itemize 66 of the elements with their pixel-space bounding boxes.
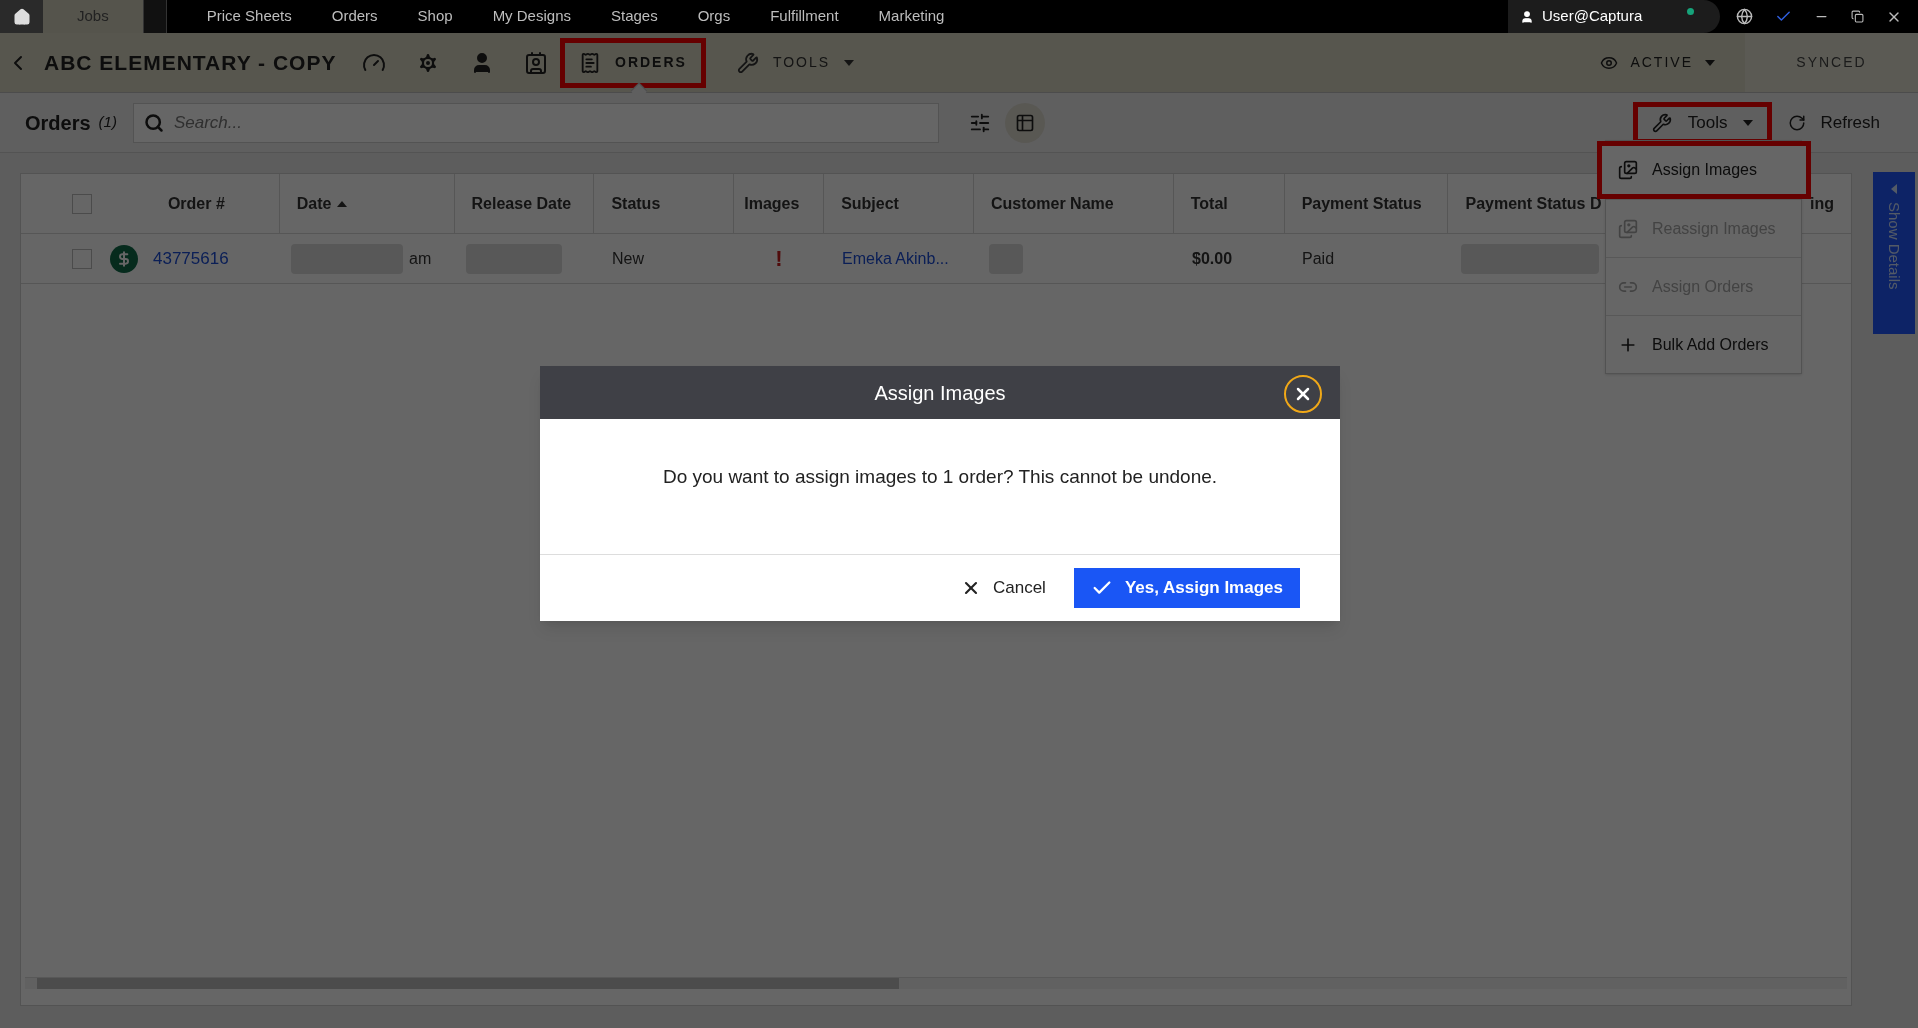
job-title: ABC ELEMENTARY - COPY [44, 49, 338, 76]
nav-tab[interactable]: Orgs [677, 0, 751, 33]
dialog-message: Do you want to assign images to 1 order? This cannot be undone. [662, 465, 1218, 489]
column-header[interactable]: Total [1172, 174, 1284, 233]
date-cell-text: am [409, 248, 432, 269]
user-badge[interactable]: User@Captura [1508, 0, 1720, 33]
caret-icon [844, 59, 855, 66]
search-icon [143, 112, 164, 133]
tools-icon [736, 51, 759, 74]
tools-icon [1651, 112, 1672, 133]
user-icon [1520, 9, 1534, 24]
refresh-button[interactable]: Refresh [1788, 109, 1880, 136]
confirm-button[interactable]: Yes, Assign Images [1073, 568, 1300, 608]
select-all-checkbox[interactable] [72, 193, 92, 214]
nav-tab[interactable]: Price Sheets [186, 0, 312, 33]
user-name: User@Captura [1542, 6, 1643, 27]
menu-item-icon [1618, 218, 1638, 239]
status-cell: New [612, 249, 644, 267]
home-button[interactable] [0, 0, 43, 33]
scrollbar-thumb[interactable] [37, 978, 899, 989]
paid-dollar-icon [110, 244, 138, 273]
nav-tab[interactable]: Marketing [858, 0, 965, 33]
dialog-title: Assign Images [874, 380, 1006, 406]
order-number-link[interactable]: 43775616 [153, 248, 229, 268]
cancel-button[interactable]: Cancel [960, 575, 1046, 601]
menu-item[interactable]: Bulk Add Orders [1606, 315, 1801, 373]
nav-tab[interactable]: My Designs [472, 0, 591, 33]
total-cell: $0.00 [1192, 249, 1233, 267]
job-tab[interactable]: TOOLS [717, 37, 874, 88]
horizontal-scrollbar[interactable] [25, 977, 1847, 989]
show-details-tab[interactable]: Show Details [1873, 172, 1915, 334]
nav-tab[interactable]: Shop [397, 0, 473, 33]
column-header[interactable]: Status [593, 174, 734, 233]
nav-tab[interactable]: Orders [311, 0, 398, 33]
nav-tab[interactable]: Fulfillment [750, 0, 859, 33]
orders-icon [579, 51, 601, 74]
images-warning-text: ! [775, 245, 783, 273]
visibility-dropdown[interactable]: ACTIVE [1600, 52, 1715, 73]
column-header[interactable]: Customer Name [973, 174, 1173, 233]
restore-icon[interactable] [1851, 10, 1864, 23]
payment-status-cell: Paid [1302, 249, 1335, 267]
close-button[interactable] [1284, 375, 1322, 413]
column-header[interactable]: Images [733, 174, 824, 233]
collapse-caret-icon [1891, 184, 1897, 194]
refresh-icon [1788, 113, 1807, 132]
orders-heading: Orders [25, 110, 91, 136]
menu-item[interactable]: Assign Images [1597, 141, 1811, 199]
column-header[interactable]: Date [278, 174, 454, 233]
orders-count: (1) [98, 112, 117, 133]
subject-link[interactable]: Emeka Akinb... [842, 249, 949, 267]
column-header[interactable]: Subject [823, 174, 973, 233]
row-checkbox[interactable] [72, 248, 92, 269]
portrait-icon[interactable] [524, 50, 548, 75]
column-header[interactable]: Payment Status [1283, 174, 1448, 233]
menu-item-icon [1618, 160, 1638, 180]
filter-icon[interactable] [968, 111, 991, 134]
home-icon [12, 7, 31, 26]
globe-icon[interactable] [1736, 8, 1753, 25]
table-settings-icon [1014, 112, 1035, 133]
nav-tab[interactable]: Stages [591, 0, 678, 33]
sort-ascending-icon [337, 200, 348, 207]
sync-status: SYNCED [1745, 33, 1918, 92]
caret-icon [1705, 59, 1715, 66]
caret-icon [1743, 119, 1754, 126]
column-header[interactable]: Order # [150, 174, 279, 233]
column-header[interactable]: Release Date [453, 174, 594, 233]
